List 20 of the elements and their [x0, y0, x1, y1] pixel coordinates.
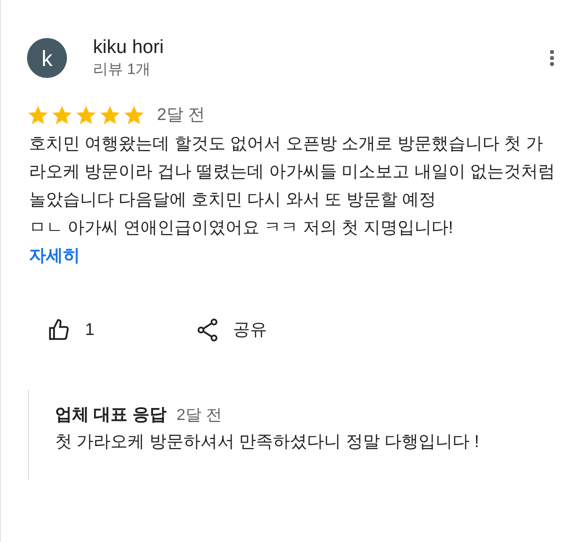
owner-reply-title: 업체 대표 응답	[55, 404, 166, 426]
share-button[interactable]: 공유	[197, 316, 267, 342]
star-icon	[99, 104, 121, 126]
avatar: k	[27, 38, 67, 78]
like-button[interactable]: 1	[47, 316, 197, 342]
review-time: 2달 전	[157, 104, 206, 126]
review-text: 호치민 여행왔는데 할것도 없어서 오픈방 소개로 방문했습니다 첫 가라오케 방문이라 겁나 떨렸는데 아가씨들 미소보고 내일이 없는것처럼 놀았습니다 다음달에 호치민 다시 와서 또 방문할 예정	[29, 132, 556, 210]
owner-reply-text: 첫 가라오케 방문하셔서 만족하셨다니 정말 다행입니다 !	[55, 430, 480, 452]
star-icon	[27, 104, 49, 126]
review-count: 리뷰 1개	[93, 60, 152, 80]
more-options-icon[interactable]	[548, 48, 556, 68]
review-text: ㅁㄴ 아가씨 연애인급이였어요 ㅋㅋ 저의 첫 지명입니다!	[29, 216, 454, 238]
star-icon	[123, 104, 145, 126]
more-link[interactable]: 자세히	[29, 246, 80, 264]
author-name: kiku hori	[93, 36, 165, 60]
owner-reply-time: 2달 전	[176, 406, 222, 426]
thumbs-up-icon	[47, 318, 71, 342]
share-icon	[197, 318, 219, 342]
star-icon	[75, 104, 97, 126]
star-icon	[51, 104, 73, 126]
